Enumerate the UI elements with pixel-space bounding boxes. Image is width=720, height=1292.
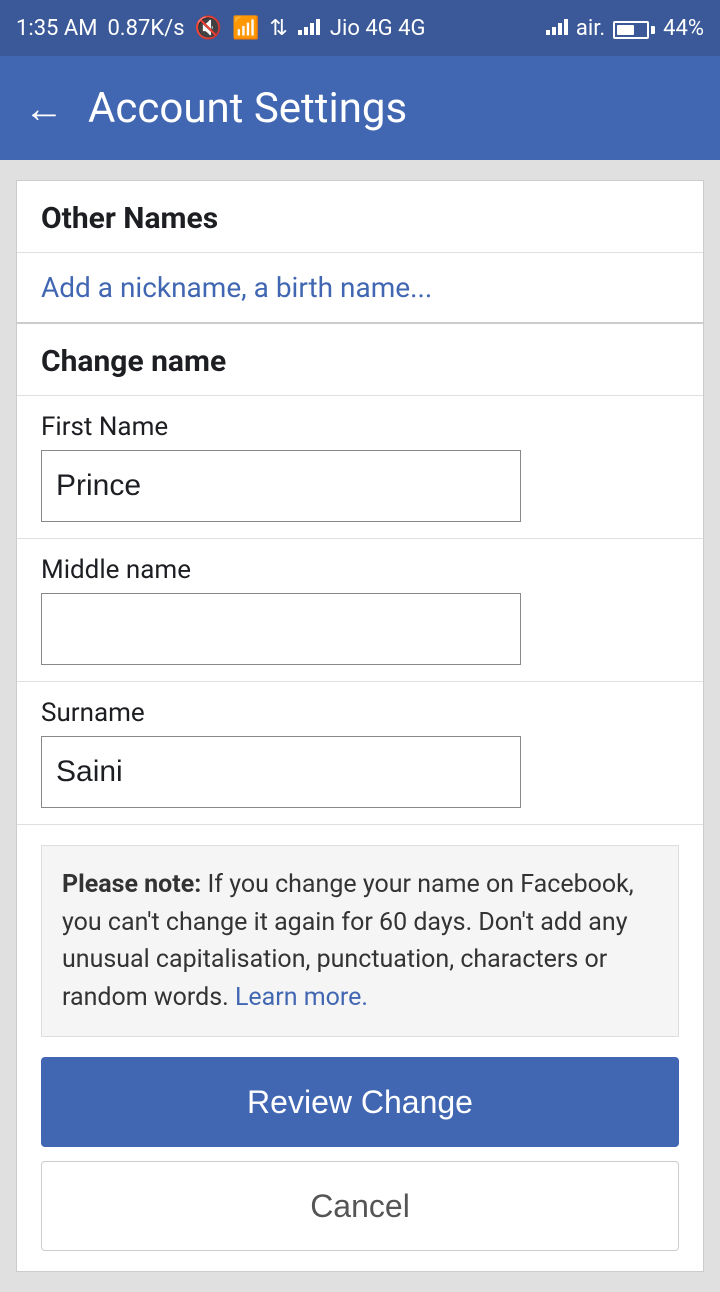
change-name-heading: Change name (17, 324, 703, 396)
first-name-input[interactable] (41, 450, 521, 522)
page-title: Account Settings (88, 84, 407, 133)
status-speed: 0.87K/s (107, 16, 184, 41)
battery-percent: 44% (663, 16, 704, 41)
middle-name-label: Middle name (41, 555, 679, 585)
cancel-button[interactable]: Cancel (41, 1161, 679, 1251)
other-names-card: Other Names Add a nickname, a birth name… (16, 180, 704, 323)
wifi-icon: 📶 (232, 16, 259, 41)
review-change-button[interactable]: Review Change (41, 1057, 679, 1147)
middle-name-section: Middle name (17, 539, 703, 682)
change-name-card: Change name First Name Middle name Surna… (16, 323, 704, 1272)
first-name-section: First Name (17, 396, 703, 539)
mute-icon: 🔇 (195, 16, 222, 41)
carrier2-label: air. (576, 16, 605, 41)
carrier1-label: Jio 4G 4G (330, 16, 426, 41)
other-names-heading: Other Names (17, 181, 703, 253)
battery-icon (613, 16, 655, 41)
back-button[interactable]: ← (24, 85, 64, 132)
note-content: Please note: If you change your name on … (62, 866, 658, 1016)
surname-label: Surname (41, 698, 679, 728)
learn-more-link[interactable]: Learn more. (235, 983, 368, 1012)
status-bar: 1:35 AM 0.87K/s 🔇 📶 ⇅ Jio 4G 4G air. (0, 0, 720, 56)
note-bold: Please note: (62, 870, 201, 899)
sync-icon: ⇅ (269, 16, 287, 41)
surname-section: Surname (17, 682, 703, 825)
middle-name-input[interactable] (41, 593, 521, 665)
first-name-label: First Name (41, 412, 679, 442)
note-box: Please note: If you change your name on … (41, 845, 679, 1037)
status-time: 1:35 AM (16, 16, 97, 41)
buttons-section: Review Change Cancel (17, 1057, 703, 1271)
signal-icon (298, 16, 320, 41)
content-area: Other Names Add a nickname, a birth name… (0, 160, 720, 1292)
surname-input[interactable] (41, 736, 521, 808)
signal-icon-2 (546, 16, 568, 41)
add-nickname-link[interactable]: Add a nickname, a birth name... (17, 253, 703, 322)
app-bar: ← Account Settings (0, 56, 720, 160)
